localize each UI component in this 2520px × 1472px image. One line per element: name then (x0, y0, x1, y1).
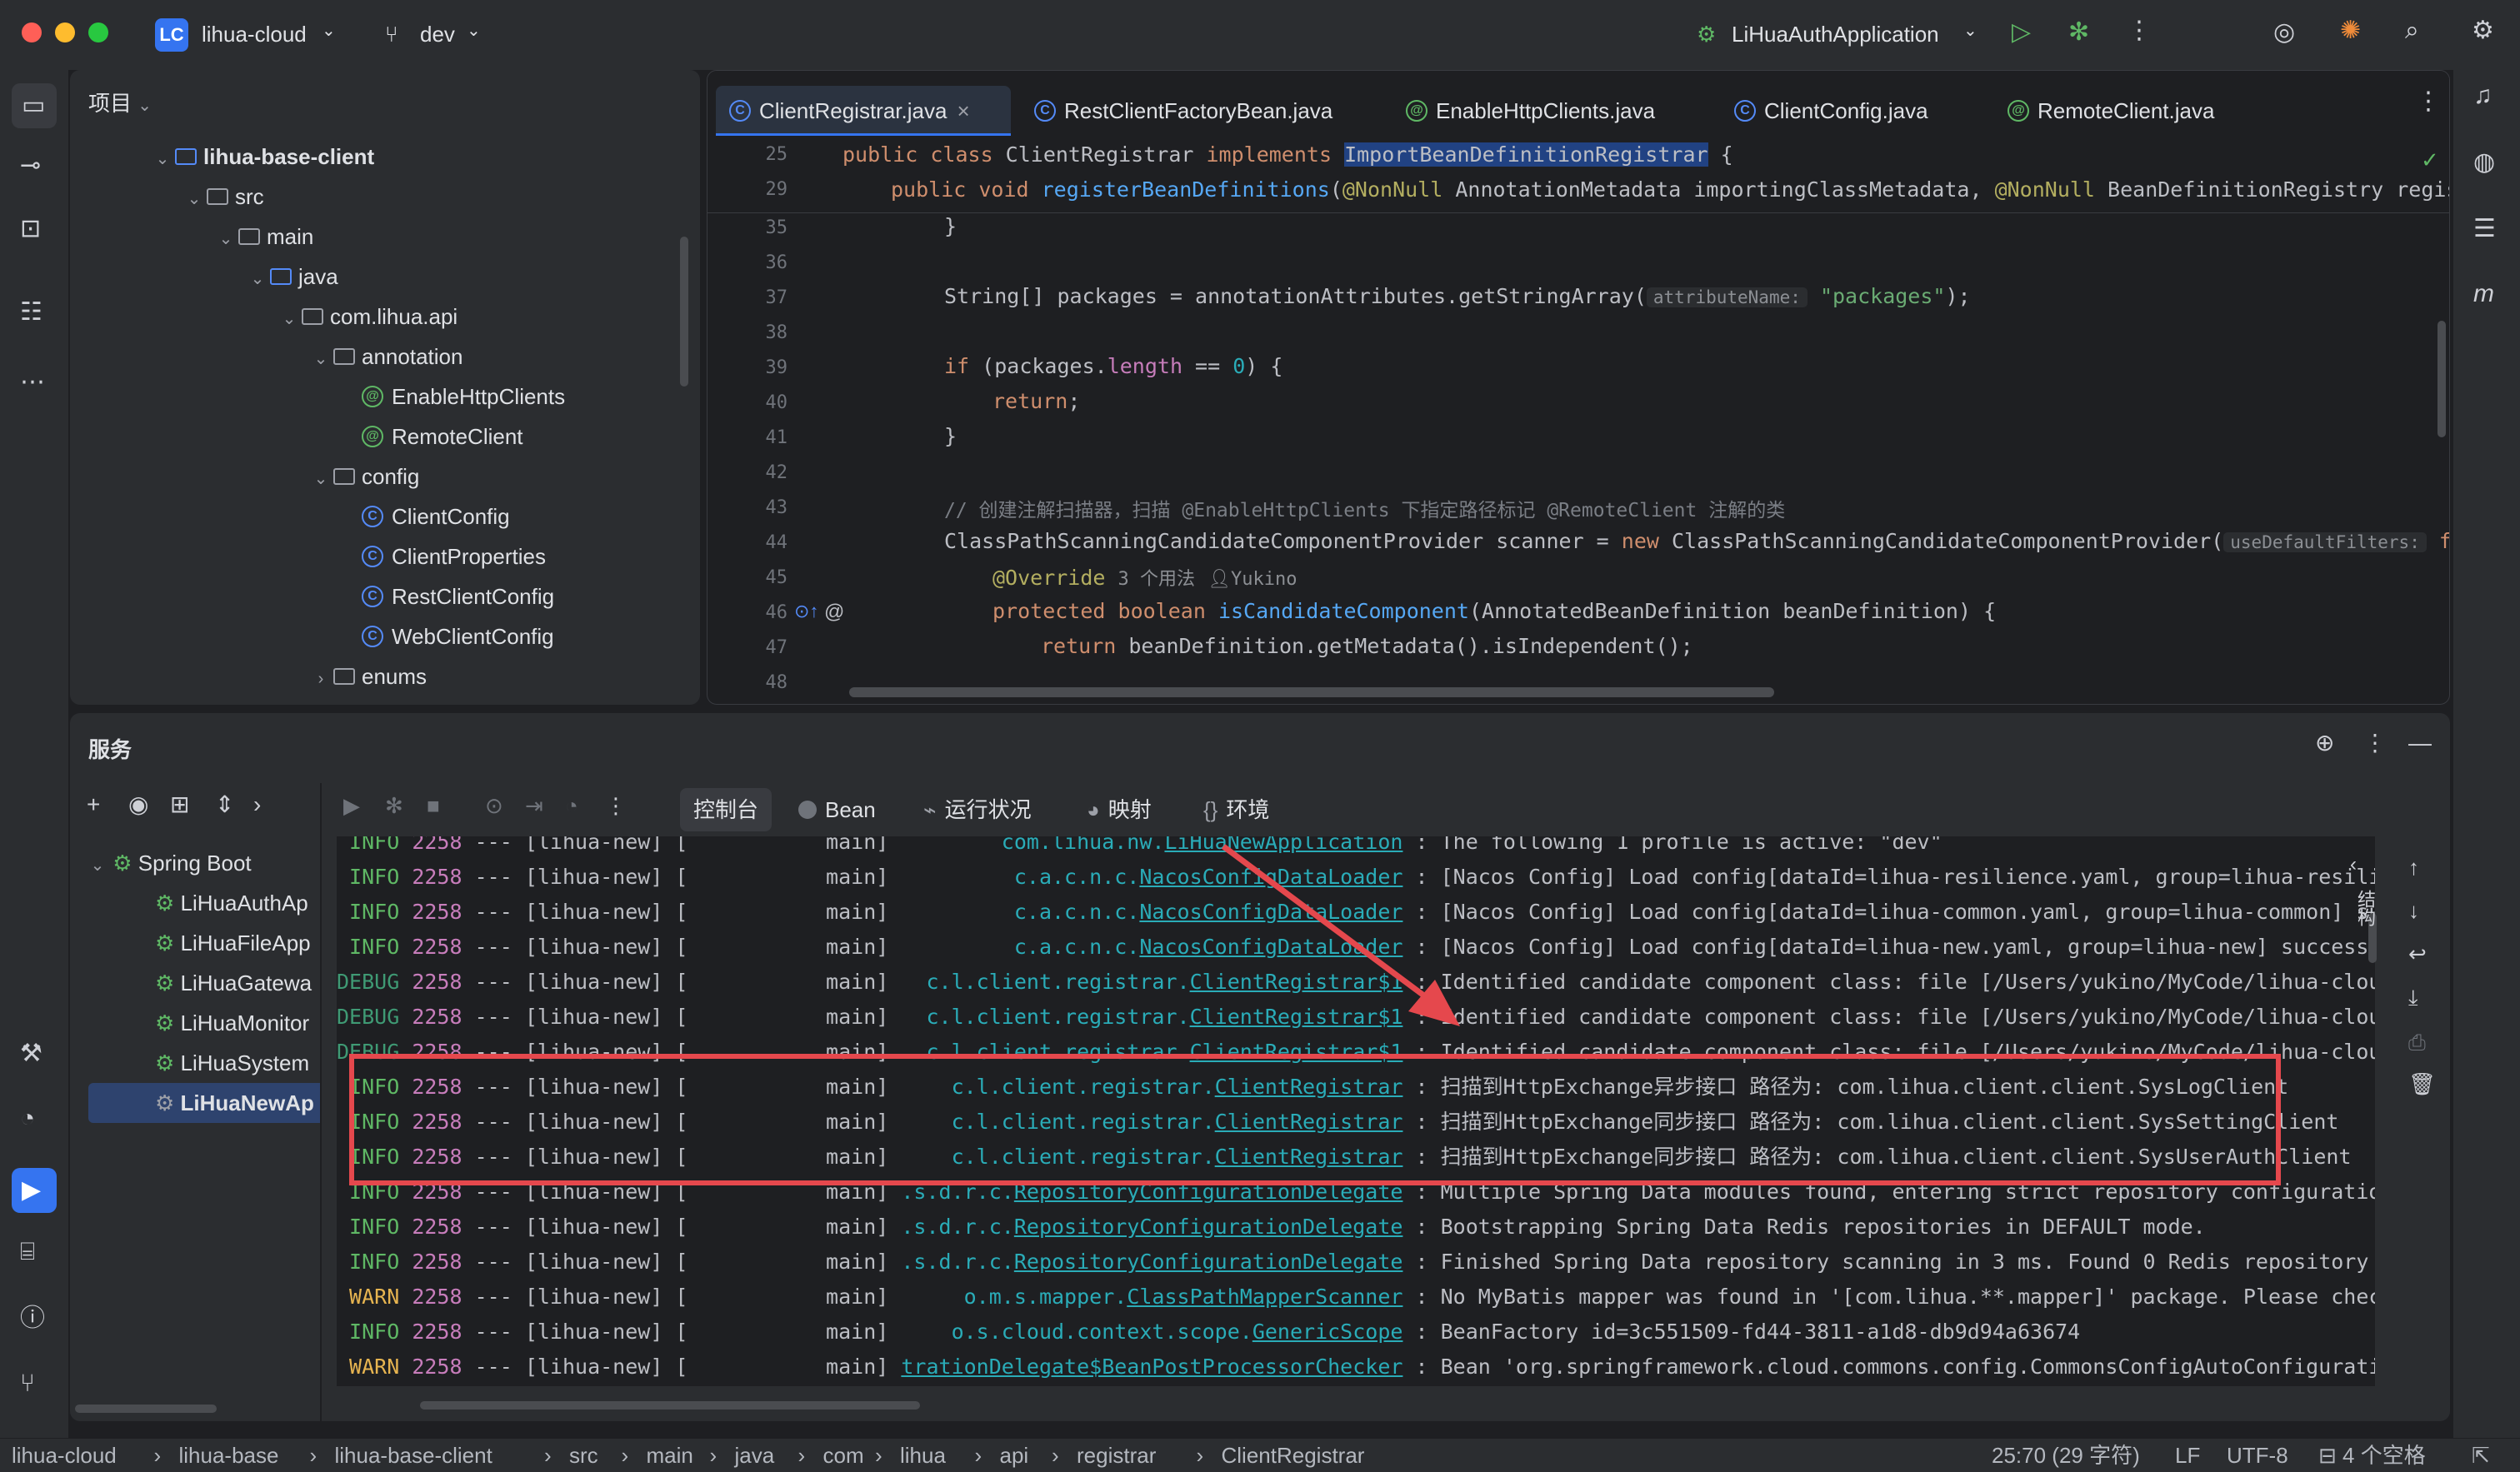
breadcrumb-separator: › (309, 1443, 318, 1468)
highlight-box (349, 1054, 2281, 1185)
breadcrumb-separator: › (1052, 1443, 1059, 1468)
breadcrumb-item[interactable]: lihua-base (179, 1439, 279, 1472)
breadcrumb-separator: › (798, 1443, 806, 1468)
breadcrumb-item[interactable]: main (647, 1439, 693, 1472)
annotation-arrow-line (1221, 844, 1428, 999)
breadcrumb-separator: › (875, 1443, 882, 1468)
breadcrumb-item[interactable]: ClientRegistrar (1222, 1439, 1365, 1472)
caret-position[interactable]: 25:70 (29 字符) (1992, 1439, 2140, 1472)
breadcrumb-item[interactable]: java (735, 1439, 775, 1472)
breadcrumb-item[interactable]: lihua-base-client (335, 1439, 492, 1472)
breadcrumb-separator: › (1196, 1443, 1204, 1468)
file-encoding[interactable]: UTF-8 (2227, 1439, 2288, 1472)
status-bar: lihua-cloud › lihua-base › lihua-base-client… (0, 1438, 2520, 1472)
breadcrumb-item[interactable]: api (1000, 1439, 1029, 1472)
line-separator[interactable]: LF (2175, 1439, 2200, 1472)
breadcrumb-item[interactable]: com (823, 1439, 864, 1472)
breadcrumb-item[interactable]: src (569, 1439, 598, 1472)
breadcrumb-item[interactable]: registrar (1077, 1439, 1156, 1472)
indent-icon: ⊟ (2318, 1443, 2343, 1468)
breadcrumb-separator: › (709, 1443, 718, 1468)
readonly-toggle-icon[interactable]: ⇱ (2472, 1439, 2490, 1472)
indent-label: 4 个空格 (2342, 1443, 2426, 1468)
breadcrumb-separator: › (974, 1443, 982, 1468)
breadcrumb-separator: › (153, 1443, 162, 1468)
indent-setting[interactable]: ⊟ 4 个空格 (2318, 1439, 2426, 1472)
breadcrumb-item[interactable]: lihua (900, 1439, 946, 1472)
breadcrumb-separator: › (621, 1443, 629, 1468)
annotation-overlay (349, 844, 2281, 1185)
breadcrumb-separator: › (544, 1443, 552, 1468)
breadcrumb-item[interactable]: lihua-cloud (12, 1439, 117, 1472)
